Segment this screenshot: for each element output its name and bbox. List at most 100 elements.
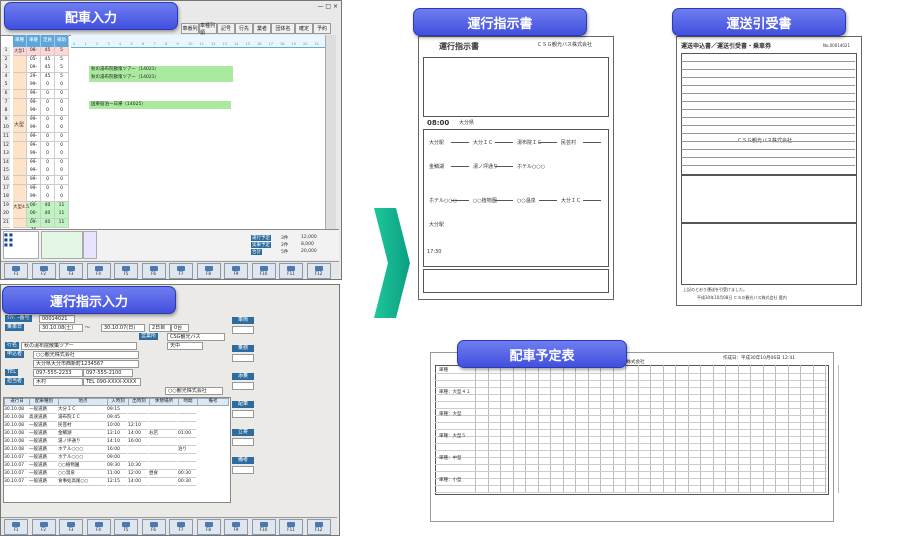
plan-cell-a[interactable]: 11:00 [107,470,127,478]
plan-cell-p[interactable]: 湯布院ＩＣ [58,414,106,422]
function-key-f6[interactable]: F6 [141,263,166,279]
function-key-f6[interactable]: F6 [141,519,166,535]
schedule-bar[interactable]: 秋の湯布院散策ツアー（14021） [89,66,233,74]
client-field[interactable]: ○○観光株式会社 [33,351,139,359]
plan-cell-r[interactable] [149,438,177,446]
days-field[interactable]: 2日目 [149,324,171,332]
plan-cell-t[interactable] [178,438,196,446]
plan-cell-t[interactable] [178,414,196,422]
plan-cell-k[interactable]: 一般道路 [29,470,57,478]
plan-cell-a[interactable]: 12:10 [107,430,127,438]
plan-cell-b[interactable] [128,406,148,414]
tel-field[interactable]: 097-555-2233 [33,369,83,377]
function-key-f2[interactable]: F2 [31,263,56,279]
plan-cell-a[interactable]: 12:15 [107,478,127,486]
address-field[interactable]: 大分県大分市西新町1234567 [33,360,139,368]
plan-cell-p[interactable]: 大分ＩＣ [58,406,106,414]
plan-cell-p[interactable]: ○○植物園 [58,462,106,470]
date-from-field[interactable]: 30.10.08(土) [39,324,83,332]
plan-cell-p[interactable]: 民芸村 [58,422,106,430]
function-key-f9[interactable]: F9 [224,263,248,279]
toolbar-button-2[interactable]: 記号 [217,23,235,34]
plan-cell-a[interactable]: 16:00 [107,446,127,454]
plan-cell-k[interactable]: 一般道路 [29,454,57,462]
function-key-f11[interactable]: F11 [279,263,303,279]
side-field-5[interactable] [232,466,254,474]
plan-cell-r[interactable] [149,446,177,454]
side-field-2[interactable] [232,382,254,390]
plan-cell-a[interactable]: 14:10 [107,438,127,446]
plan-cell-b[interactable]: 14:00 [128,430,148,438]
plan-cell-a[interactable]: 10:00 [107,422,127,430]
plan-cell-t[interactable]: 00:30 [178,470,196,478]
plan-cell-a[interactable]: 09:45 [107,414,127,422]
plan-cell-r[interactable]: 昼食 [149,470,177,478]
plan-cell-d[interactable]: 30.10.07 [4,462,28,470]
client-name-field[interactable]: ○○観光株式会社 [165,387,223,395]
plan-cell-d[interactable]: 30.10.07 [4,470,28,478]
toolbar-button-0[interactable]: 車番列 [181,23,199,34]
schedule-bar[interactable]: 秋の湯布院散策ツアー（14021） [89,74,233,82]
function-key-f11[interactable]: F11 [279,519,303,535]
plan-cell-r[interactable]: お店 [149,430,177,438]
function-key-f4[interactable]: F4 [86,519,111,535]
vertical-scrollbar[interactable] [325,35,336,231]
function-key-f7[interactable]: F7 [169,519,193,535]
plan-cell-k[interactable]: 一般道路 [29,438,57,446]
plan-cell-r[interactable] [149,462,177,470]
plan-cell-t[interactable]: 01:00 [178,430,196,438]
plan-cell-p[interactable]: 金鱗湖 [58,430,106,438]
plan-cell-t[interactable]: 00:30 [178,478,196,486]
date-to-field[interactable]: 30.10.07(日) [101,324,145,332]
plan-cell-d[interactable]: 30.10.08 [4,414,28,422]
side-field-0[interactable] [232,326,254,334]
plan-cell-k[interactable]: 一般道路 [29,478,57,486]
plan-cell-a[interactable]: 09:30 [107,462,127,470]
plan-cell-a[interactable]: 09:00 [107,454,127,462]
plan-cell-p[interactable]: 湯ノ坪通り [58,438,106,446]
person-field[interactable]: 木村 [33,378,83,386]
side-field-3[interactable] [232,410,254,418]
function-key-f2[interactable]: F2 [31,519,56,535]
plan-cell-b[interactable] [128,446,148,454]
tour-name-field[interactable]: 秋の湯布院散策ツアー [21,342,137,350]
plan-cell-d[interactable]: 30.10.08 [4,422,28,430]
plan-cell-t[interactable] [178,454,196,462]
bus-code-cell[interactable]: 09-76 [27,219,41,233]
plan-cell-r[interactable] [149,414,177,422]
function-key-f5[interactable]: F5 [114,519,138,535]
plan-cell-p[interactable]: ホテル○○○ [58,454,106,462]
plan-cell-b[interactable] [128,414,148,422]
dept-field[interactable]: 天中 [167,342,203,350]
order-no-field[interactable]: 00014021 [39,315,75,323]
plan-cell-b[interactable]: 10:30 [128,462,148,470]
count-field[interactable]: 0台 [171,324,189,332]
plan-cell-b[interactable]: 12:00 [128,470,148,478]
schedule-bar[interactable]: 国東宿泊ー日帰（14025） [89,101,231,109]
function-key-f5[interactable]: F5 [114,263,138,279]
plan-cell-r[interactable] [149,478,177,486]
plan-cell-p[interactable]: ○○温泉 [58,470,106,478]
plan-cell-k[interactable]: 一般道路 [29,422,57,430]
plan-cell-b[interactable]: 16:00 [128,438,148,446]
plan-cell-b[interactable]: 14:00 [128,478,148,486]
plan-cell-t[interactable] [178,422,196,430]
function-key-f8[interactable]: F8 [196,263,221,279]
function-key-f3[interactable]: F3 [59,263,83,279]
plan-cell-p[interactable]: ホテル○○○ [58,446,106,454]
function-key-f3[interactable]: F3 [59,519,83,535]
toolbar-button-5[interactable]: 団体名 [271,23,295,34]
function-key-f1[interactable]: F1 [4,263,28,279]
plan-cell-d[interactable]: 30.10.08 [4,438,28,446]
function-key-f9[interactable]: F9 [224,519,248,535]
office-field[interactable]: CSG観光バス [167,333,225,341]
plan-cell-b[interactable]: 12:10 [128,422,148,430]
plan-cell-t[interactable]: 泊り [178,446,196,454]
function-key-f1[interactable]: F1 [4,519,28,535]
plan-cell-k[interactable]: 一般道路 [29,462,57,470]
plan-cell-t[interactable] [178,462,196,470]
toolbar-button-6[interactable]: 確定 [295,23,313,34]
plan-cell-r[interactable] [149,422,177,430]
fax-field[interactable]: 097-555-2100 [83,369,133,377]
contact-field[interactable]: TEL 090-XXXX-XXXX [83,378,141,386]
